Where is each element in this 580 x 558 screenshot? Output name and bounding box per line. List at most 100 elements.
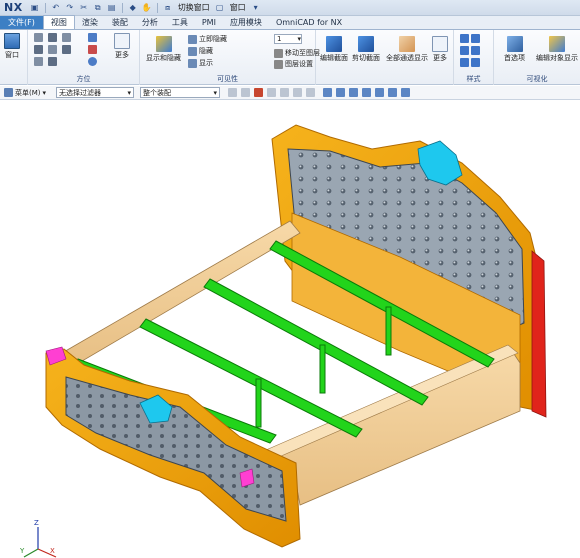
lasso-icon[interactable] xyxy=(306,88,316,97)
render-style-icon[interactable] xyxy=(375,88,385,97)
body-rule-icon[interactable] xyxy=(293,88,303,97)
chevron-down-icon: ▾ xyxy=(213,88,218,97)
menu-label: 菜单(M) xyxy=(15,88,41,97)
select-all-icon[interactable] xyxy=(254,88,264,97)
tab-application[interactable]: 应用模块 xyxy=(223,16,269,29)
cut-section-button[interactable]: 剪切截面 xyxy=(352,36,380,63)
copy-icon[interactable]: ⧉ xyxy=(92,2,104,14)
view-back-button[interactable] xyxy=(34,45,43,54)
shaded-button[interactable] xyxy=(460,34,480,43)
fit-button[interactable] xyxy=(88,33,97,42)
slat-leg-3[interactable] xyxy=(385,306,392,356)
layer-settings-button[interactable]: 图层设置 xyxy=(274,59,313,69)
save-icon[interactable]: ▣ xyxy=(29,2,41,14)
more-section-button[interactable]: 更多 xyxy=(432,36,448,63)
tab-pmi[interactable]: PMI xyxy=(195,16,223,29)
menu-icon xyxy=(4,88,13,97)
work-layer-icon[interactable] xyxy=(401,88,411,97)
view-cube-icon xyxy=(48,33,57,42)
slat-leg-2[interactable] xyxy=(319,344,326,394)
face-rule-icon[interactable] xyxy=(280,88,290,97)
view-right-button[interactable] xyxy=(62,33,71,42)
layer-settings-label: 图层设置 xyxy=(285,60,313,68)
view-bottom-button[interactable] xyxy=(48,45,57,54)
view-cube-icon xyxy=(34,57,43,66)
transparent-icon xyxy=(399,36,415,52)
preferences-button[interactable]: 首选项 xyxy=(504,36,525,63)
view-orient-icon[interactable] xyxy=(323,88,333,97)
view-cube-icon xyxy=(48,45,57,54)
edit-object-display-button[interactable]: 编辑对象显示 xyxy=(536,36,578,63)
rotate-button[interactable] xyxy=(88,57,97,66)
tab-file[interactable]: 文件(F) xyxy=(0,16,43,29)
view-iso-button[interactable] xyxy=(34,57,43,66)
touch-mode-icon[interactable]: ✋ xyxy=(141,2,153,14)
background-icon[interactable] xyxy=(388,88,398,97)
headboard-side[interactable] xyxy=(531,250,547,418)
cut-icon[interactable]: ✂ xyxy=(78,2,90,14)
layer-spinner[interactable]: 1 ▾ xyxy=(274,34,302,44)
move-to-layer-button[interactable]: 移动至图层 xyxy=(274,48,320,58)
window-menu-button[interactable]: 窗口 xyxy=(228,2,248,13)
switch-window-button[interactable]: 切换窗口 xyxy=(176,2,212,13)
zoom-button[interactable] xyxy=(88,45,97,54)
type-filter-dropdown[interactable]: 无选择过滤器 ▾ xyxy=(56,87,135,98)
hidden-line-icon xyxy=(471,46,480,55)
wireframe-button[interactable] xyxy=(460,46,480,55)
tab-analysis[interactable]: 分析 xyxy=(135,16,165,29)
show-hide-button[interactable]: 显示和隐藏 xyxy=(146,36,181,63)
nx-logo: NX xyxy=(4,1,23,14)
chevron-down-icon: ▾ xyxy=(297,35,301,43)
view-top-button[interactable] xyxy=(48,33,57,42)
divider xyxy=(121,2,123,13)
tab-render[interactable]: 渲染 xyxy=(75,16,105,29)
transparent-display-button[interactable]: 全部通透显示 xyxy=(386,36,428,63)
show-button[interactable]: 显示 xyxy=(188,58,213,68)
view-cube-icon xyxy=(34,45,43,54)
view-cube-icon xyxy=(48,57,57,66)
studio-button[interactable] xyxy=(460,58,480,67)
more-icon xyxy=(432,36,448,52)
view-trimetric-button[interactable] xyxy=(48,57,57,66)
refresh-icon[interactable] xyxy=(349,88,359,97)
fit-view-icon[interactable] xyxy=(336,88,346,97)
snap-point-icon[interactable] xyxy=(241,88,251,97)
paste-icon[interactable]: ▤ xyxy=(106,2,118,14)
chevron-down-icon[interactable]: ▾ xyxy=(250,2,262,14)
edit-section-label: 编辑截面 xyxy=(320,54,348,62)
curve-rule-icon[interactable] xyxy=(267,88,277,97)
more-orientation-button[interactable]: 更多 xyxy=(114,33,130,60)
immediate-hide-button[interactable]: 立即隐藏 xyxy=(188,34,227,44)
model-canvas[interactable]: Z X Y xyxy=(0,101,580,558)
tab-tools[interactable]: 工具 xyxy=(165,16,195,29)
zoom-icon xyxy=(88,45,97,54)
show-label: 显示 xyxy=(199,59,213,67)
repeat-command-icon[interactable]: ◆ xyxy=(127,2,139,14)
tab-view[interactable]: 视图 xyxy=(42,15,75,29)
visibility-group: 显示和隐藏 立即隐藏 隐藏 显示 1 ▾ 移动至图层 图层设置 可见性 xyxy=(140,30,320,85)
menu-button[interactable]: 菜单(M) ▾ xyxy=(4,88,46,98)
redo-icon[interactable]: ↷ xyxy=(64,2,76,14)
show-hide-label: 显示和隐藏 xyxy=(146,54,181,62)
window-button[interactable]: 窗口 xyxy=(4,33,20,60)
more-label: 更多 xyxy=(115,51,129,59)
undo-icon[interactable]: ↶ xyxy=(50,2,62,14)
edit-section-button[interactable]: 编辑截面 xyxy=(320,36,348,63)
ribbon-tabs: 文件(F) 视图 渲染 装配 分析 工具 PMI 应用模块 OmniCAD fo… xyxy=(0,15,580,30)
slat-leg-1[interactable] xyxy=(255,378,262,428)
view-front-button[interactable] xyxy=(34,33,43,42)
tab-omnicad[interactable]: OmniCAD for NX xyxy=(269,16,349,29)
snap-icon[interactable] xyxy=(228,88,238,97)
hide-button[interactable]: 隐藏 xyxy=(188,46,213,56)
style-group-label: 样式 xyxy=(466,75,481,83)
view-left-button[interactable] xyxy=(62,45,71,54)
wireframe-icon xyxy=(460,46,469,55)
section-view-icon[interactable] xyxy=(362,88,372,97)
graphics-window[interactable]: Z X Y xyxy=(0,101,580,558)
visualization-group-label: 可视化 xyxy=(526,75,548,83)
show-hide-icon xyxy=(155,36,172,52)
tab-assembly[interactable]: 装配 xyxy=(105,16,135,29)
switch-window-icon[interactable]: ⧈ xyxy=(162,2,174,14)
window-icon[interactable]: ▢ xyxy=(214,2,226,14)
selection-scope-dropdown[interactable]: 整个装配 ▾ xyxy=(140,87,221,98)
